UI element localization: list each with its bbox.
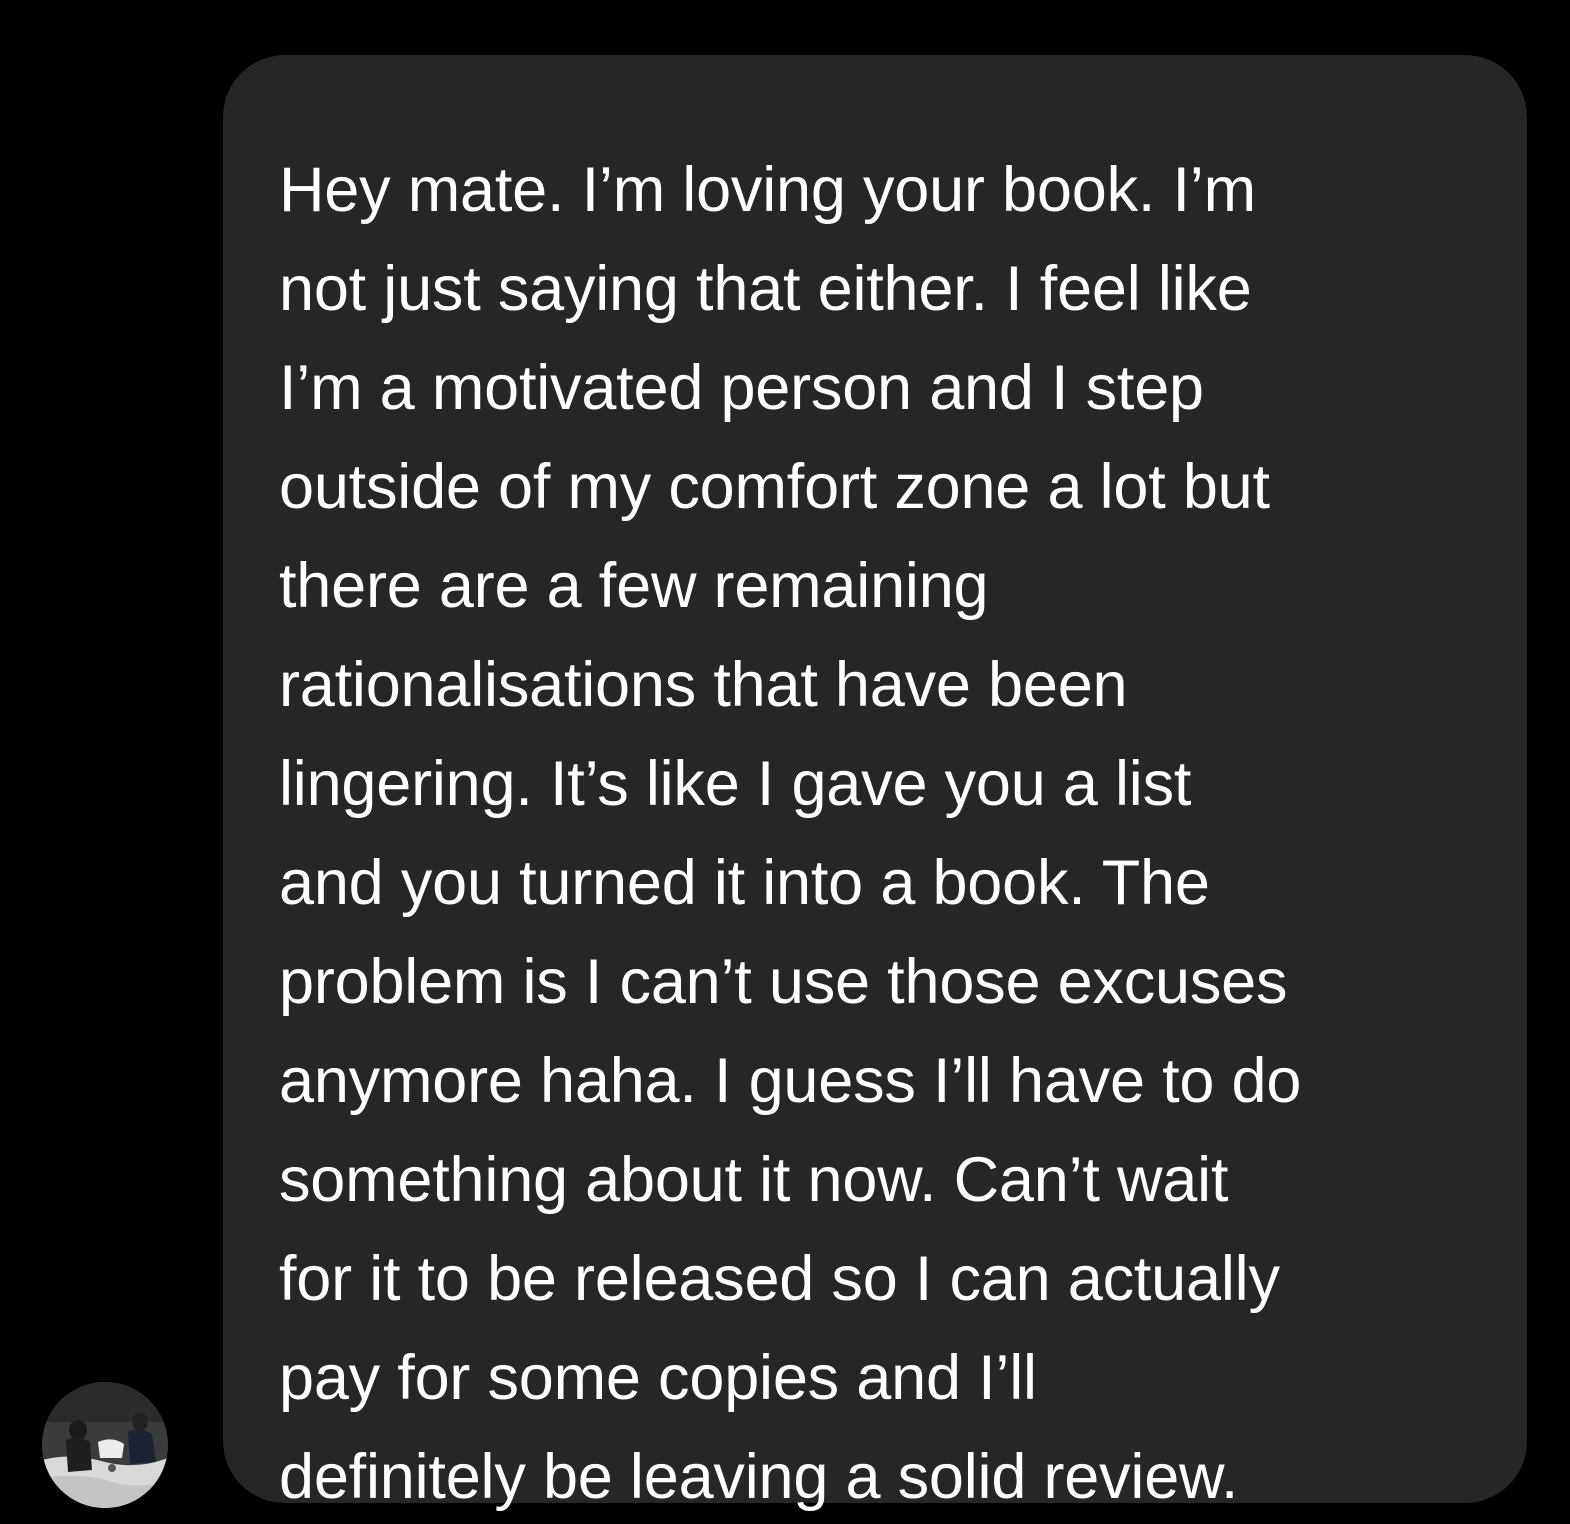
message-line: there are a few remaining (279, 551, 989, 621)
sender-avatar[interactable] (42, 1382, 168, 1508)
message-line: I’m a motivated person and I step (279, 353, 1204, 423)
message-line: something about it now. Can’t wait (279, 1145, 1229, 1215)
message-line: problem is I can’t use those excuses (279, 947, 1288, 1017)
message-line: and you turned it into a book. The (279, 848, 1210, 918)
message-line: lingering. It’s like I gave you a list (279, 749, 1192, 819)
message-bubble[interactable]: Hey mate. I’m loving your book. I’m not … (223, 55, 1527, 1512)
chat-screen: Hey mate. I’m loving your book. I’m not … (0, 0, 1570, 1524)
message-line: Hey mate. I’m loving your book. I’m (279, 155, 1256, 225)
message-line: pay for some copies and I’ll (279, 1343, 1037, 1413)
message-line: definitely be leaving a solid review. (279, 1442, 1239, 1512)
message-line: anymore haha. I guess I’ll have to do (279, 1046, 1302, 1116)
message-line: rationalisations that have been (279, 650, 1128, 720)
message-text: Hey mate. I’m loving your book. I’m not … (279, 141, 1487, 1524)
message-line: not just saying that either. I feel like (279, 254, 1252, 324)
message-line: outside of my comfort zone a lot but (279, 452, 1270, 522)
message-line: for it to be released so I can actually (279, 1244, 1280, 1314)
user-avatar-icon (42, 1382, 168, 1508)
